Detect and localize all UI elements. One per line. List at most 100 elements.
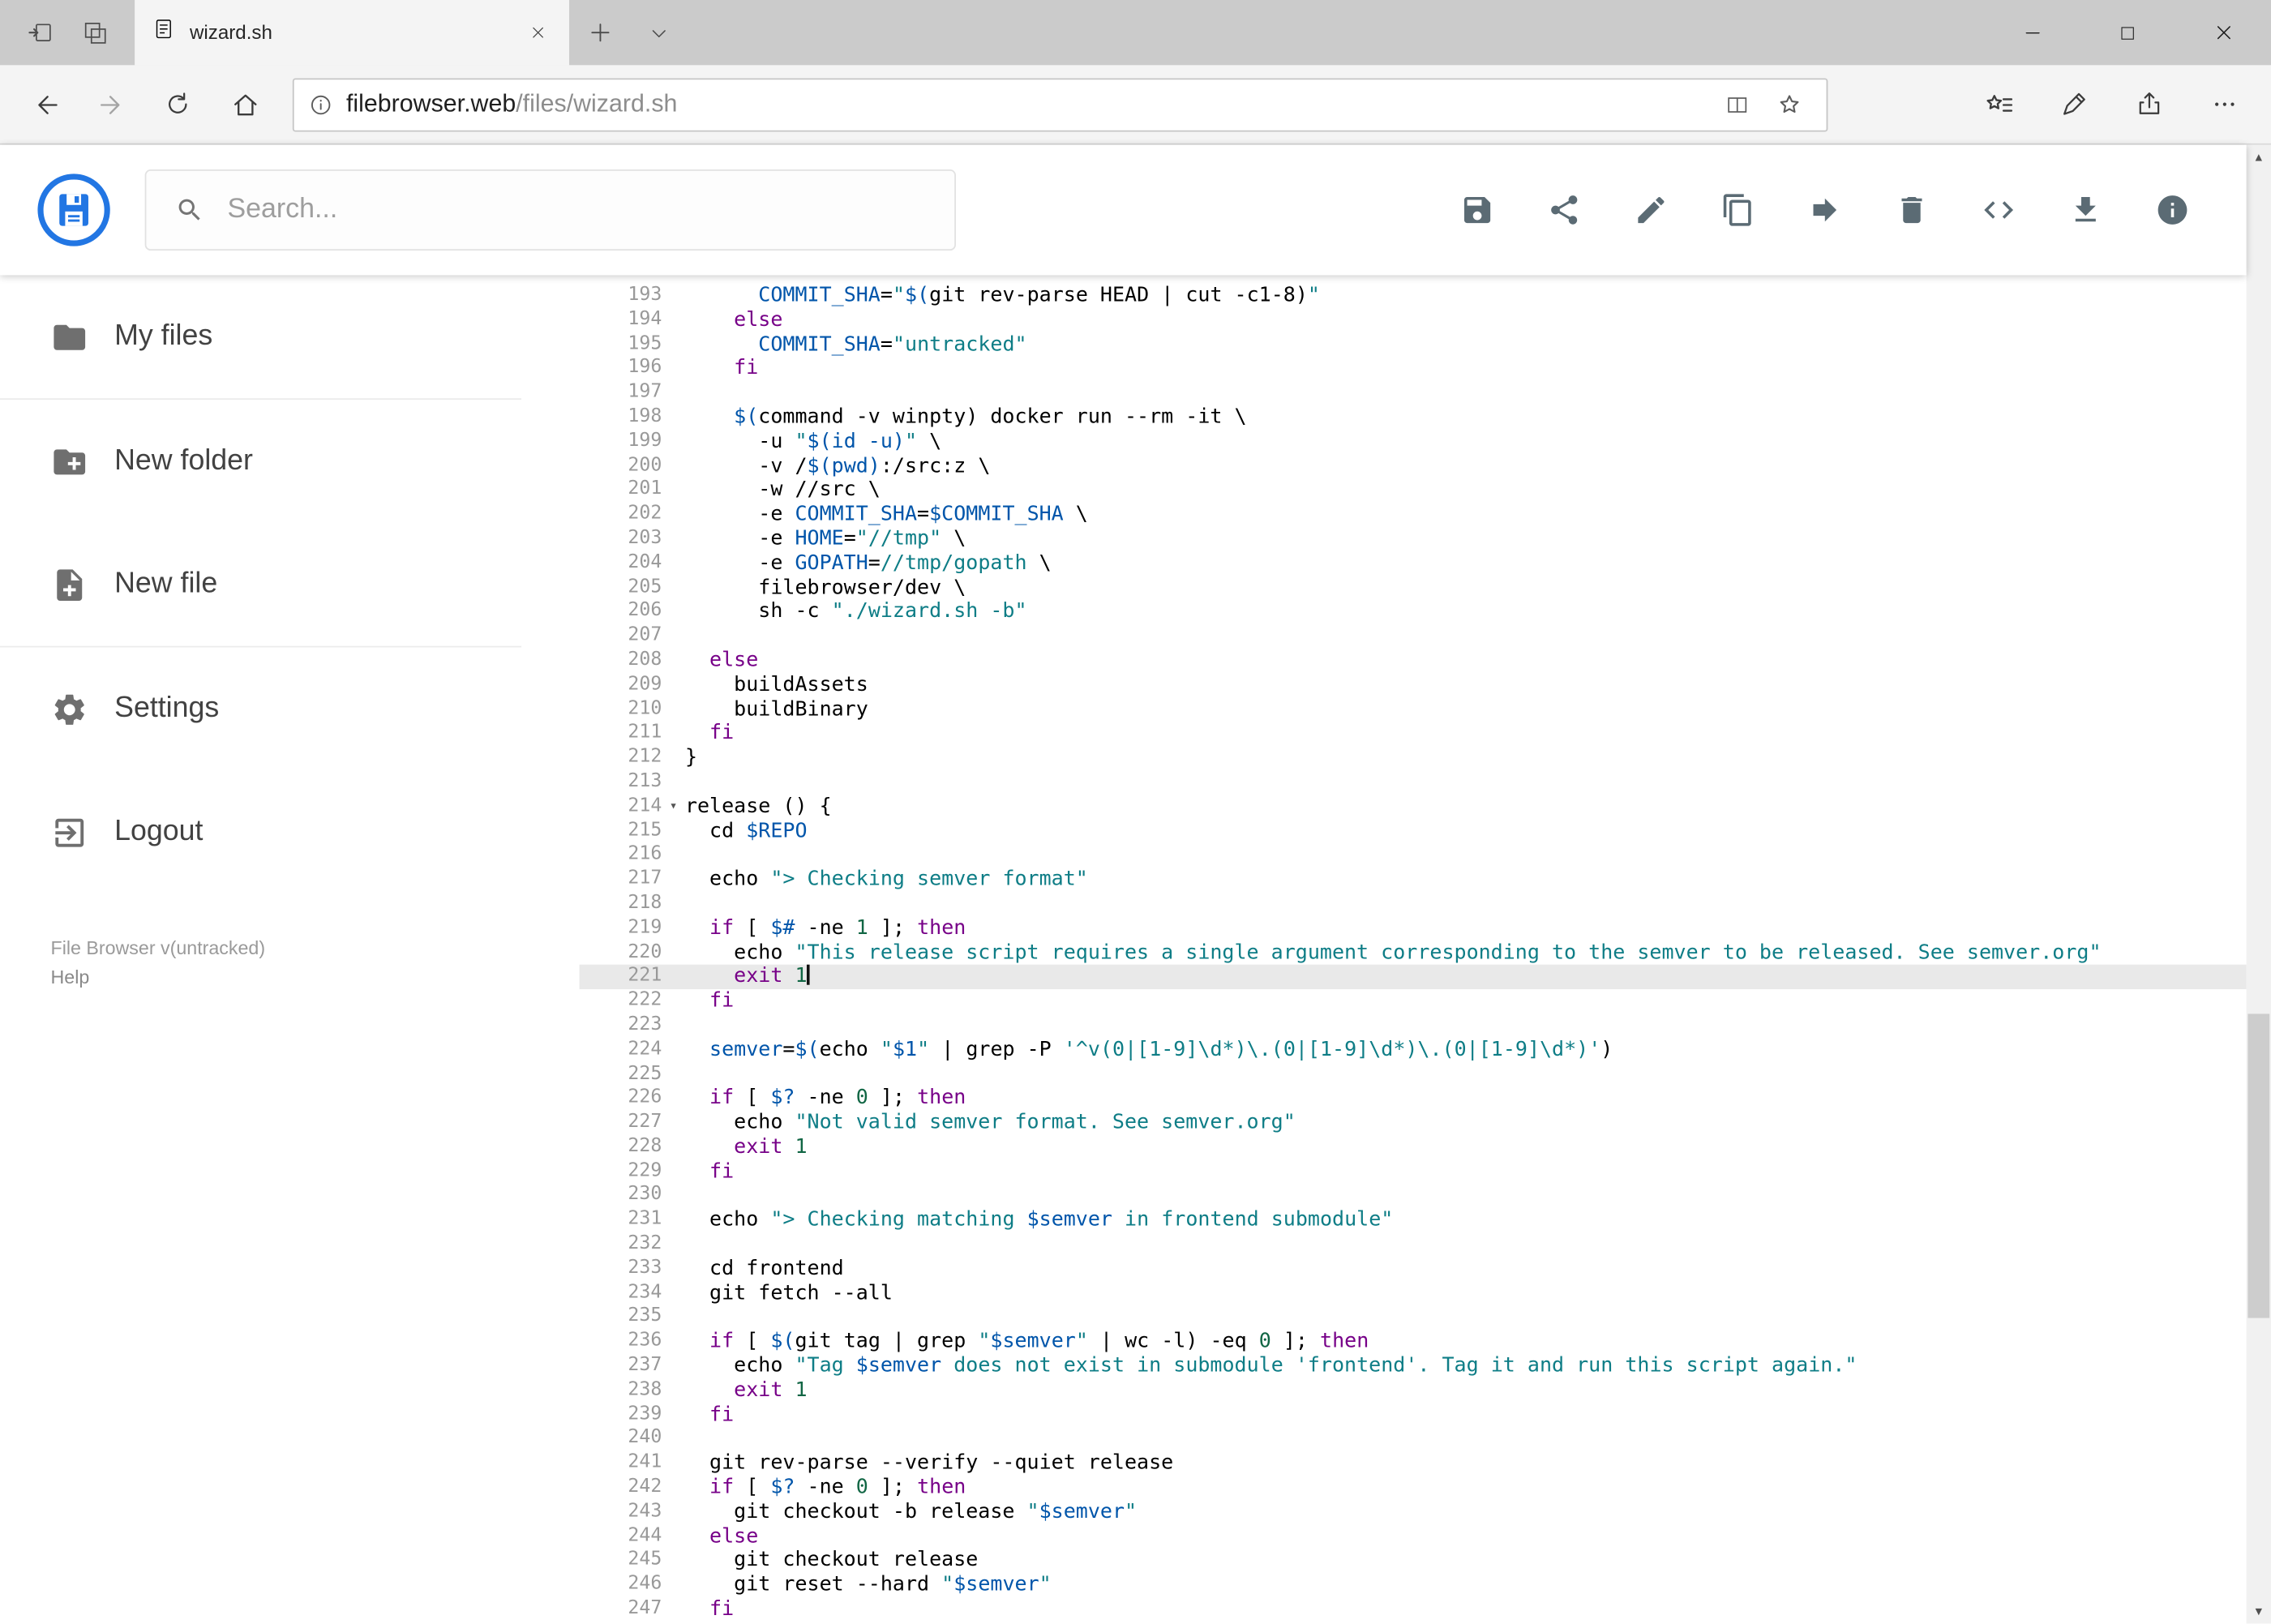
code-line[interactable]: 223 [580, 1013, 2247, 1038]
fold-marker-icon[interactable]: ▾ [662, 795, 685, 819]
code-line[interactable]: 243 git checkout -b release "$semver" [580, 1500, 2247, 1524]
code-line[interactable]: 212} [580, 746, 2247, 770]
more-options-icon[interactable] [2187, 72, 2262, 136]
code-line[interactable]: 245 git checkout release [580, 1549, 2247, 1573]
home-icon[interactable] [212, 72, 278, 136]
code-line[interactable]: 208 else [580, 649, 2247, 673]
search-box[interactable] [144, 169, 956, 251]
sidebar-item-new-folder[interactable]: New folder [0, 400, 580, 523]
code-line[interactable]: 240 [580, 1427, 2247, 1451]
code-line[interactable]: 242 if [ $? -ne 0 ]; then [580, 1476, 2247, 1500]
scrollbar-thumb[interactable] [2247, 1013, 2270, 1318]
code-line[interactable]: 222 fi [580, 989, 2247, 1013]
code-line[interactable]: 218 [580, 892, 2247, 916]
code-line[interactable]: 210 buildBinary [580, 697, 2247, 722]
code-line[interactable]: 197 [580, 381, 2247, 405]
filebrowser-logo-icon[interactable] [36, 173, 112, 248]
code-line[interactable]: 234 git fetch --all [580, 1281, 2247, 1305]
hub-favorites-icon[interactable] [1961, 72, 2037, 136]
code-line[interactable]: 211 fi [580, 722, 2247, 746]
code-line[interactable]: 225 [580, 1062, 2247, 1086]
info-icon[interactable] [2144, 181, 2201, 238]
code-line[interactable]: 231 echo "> Checking matching $semver in… [580, 1208, 2247, 1232]
refresh-icon[interactable] [145, 72, 212, 136]
code-line[interactable]: 214 ▾ release () { [580, 795, 2247, 819]
browser-tab[interactable]: wizard.sh [135, 0, 570, 66]
help-link[interactable]: Help [51, 963, 580, 992]
sidebar-item-logout[interactable]: Logout [0, 770, 580, 893]
code-line[interactable]: 246 git reset --hard "$semver" [580, 1573, 2247, 1597]
share-page-icon[interactable] [2111, 72, 2187, 136]
code-line[interactable]: 230 [580, 1184, 2247, 1208]
code-editor[interactable]: 193 COMMIT_SHA="$(git rev-parse HEAD | c… [579, 275, 2247, 1624]
scroll-up-icon[interactable]: ▲ [2247, 145, 2271, 169]
save-icon[interactable] [1448, 181, 1506, 238]
code-line[interactable]: 216 [580, 843, 2247, 868]
code-line[interactable]: 203 -e HOME="//tmp" \ [580, 527, 2247, 551]
search-input[interactable] [224, 192, 955, 228]
set-tabs-aside-icon[interactable] [11, 0, 66, 65]
code-line[interactable]: 193 COMMIT_SHA="$(git rev-parse HEAD | c… [580, 284, 2247, 308]
share-icon[interactable] [1536, 181, 1593, 238]
code-line[interactable]: 247 fi [580, 1597, 2247, 1622]
code-line[interactable]: 198 $(command -v winpty) docker run --rm… [580, 405, 2247, 430]
code-line[interactable]: 196 fi [580, 357, 2247, 381]
code-line[interactable]: 235 [580, 1305, 2247, 1330]
maximize-button[interactable] [2080, 0, 2175, 65]
code-line[interactable]: 202 -e COMMIT_SHA=$COMMIT_SHA \ [580, 503, 2247, 527]
tabs-you-set-aside-icon[interactable] [66, 0, 122, 65]
reading-view-icon[interactable] [1711, 81, 1763, 127]
address-bar[interactable]: filebrowser.web/files/wizard.sh [292, 77, 1828, 131]
code-line[interactable]: 221 exit 1 [579, 965, 2247, 990]
code-line[interactable]: 224 semver=$(echo "$1" | grep -P '^v(0|[… [580, 1038, 2247, 1062]
code-line[interactable]: 206 sh -c "./wizard.sh -b" [580, 600, 2247, 624]
sidebar-item-new-file[interactable]: New file [0, 523, 580, 646]
code-line[interactable]: 200 -v /$(pwd):/src:z \ [580, 454, 2247, 478]
code-line[interactable]: 237 echo "Tag $semver does not exist in … [580, 1354, 2247, 1378]
minimize-button[interactable] [1984, 0, 2080, 65]
back-icon[interactable] [11, 72, 78, 136]
code-line[interactable]: 205 filebrowser/dev \ [580, 576, 2247, 600]
favorite-star-icon[interactable] [1763, 81, 1815, 127]
tab-preview-chevron-icon[interactable] [630, 0, 688, 65]
forward-icon[interactable] [78, 72, 144, 136]
code-line[interactable]: 219 if [ $# -ne 1 ]; then [580, 916, 2247, 941]
sidebar-item-settings[interactable]: Settings [0, 647, 580, 770]
code-line[interactable]: 199 -u "$(id -u)" \ [580, 430, 2247, 454]
delete-icon[interactable] [1883, 181, 1940, 238]
scroll-down-icon[interactable]: ▼ [2247, 1600, 2271, 1624]
code-line[interactable]: 229 fi [580, 1159, 2247, 1184]
code-line[interactable]: 209 buildAssets [580, 673, 2247, 697]
code-line[interactable]: 228 exit 1 [580, 1135, 2247, 1159]
code-line[interactable]: 239 fi [580, 1403, 2247, 1427]
move-icon[interactable] [1796, 181, 1853, 238]
code-line[interactable]: 220 echo "This release script requires a… [580, 941, 2247, 965]
code-line[interactable]: 233 cd frontend [580, 1257, 2247, 1281]
code-line[interactable]: 238 exit 1 [580, 1378, 2247, 1403]
code-line[interactable]: 232 [580, 1232, 2247, 1257]
close-window-button[interactable] [2175, 0, 2271, 65]
sidebar-item-my-files[interactable]: My files [0, 275, 580, 398]
code-line[interactable]: 201 -w //src \ [580, 478, 2247, 503]
code-line[interactable]: 213 [580, 770, 2247, 795]
code-line[interactable]: 207 [580, 624, 2247, 649]
code-line[interactable]: 226 if [ $? -ne 0 ]; then [580, 1086, 2247, 1111]
tab-close-icon[interactable] [517, 12, 558, 53]
site-info-icon[interactable] [308, 92, 332, 116]
code-line[interactable]: 244 else [580, 1524, 2247, 1549]
web-note-pen-icon[interactable] [2037, 72, 2112, 136]
source-code-icon[interactable] [1969, 181, 2027, 238]
code-line[interactable]: 195 COMMIT_SHA="untracked" [580, 332, 2247, 357]
download-icon[interactable] [2057, 181, 2115, 238]
vertical-scrollbar[interactable]: ▲ ▼ [2246, 144, 2271, 1624]
code-line[interactable]: 215 cd $REPO [580, 819, 2247, 843]
code-line[interactable]: 204 -e GOPATH=//tmp/gopath \ [580, 551, 2247, 576]
code-line[interactable]: 227 echo "Not valid semver format. See s… [580, 1111, 2247, 1135]
copy-icon[interactable] [1709, 181, 1767, 238]
code-line[interactable]: 241 git rev-parse --verify --quiet relea… [580, 1451, 2247, 1476]
code-line[interactable]: 194 else [580, 308, 2247, 332]
code-line[interactable]: 236 if [ $(git tag | grep "$semver" | wc… [580, 1330, 2247, 1354]
new-tab-button[interactable] [569, 0, 630, 65]
code-line[interactable]: 217 echo "> Checking semver format" [580, 868, 2247, 892]
rename-icon[interactable] [1622, 181, 1680, 238]
